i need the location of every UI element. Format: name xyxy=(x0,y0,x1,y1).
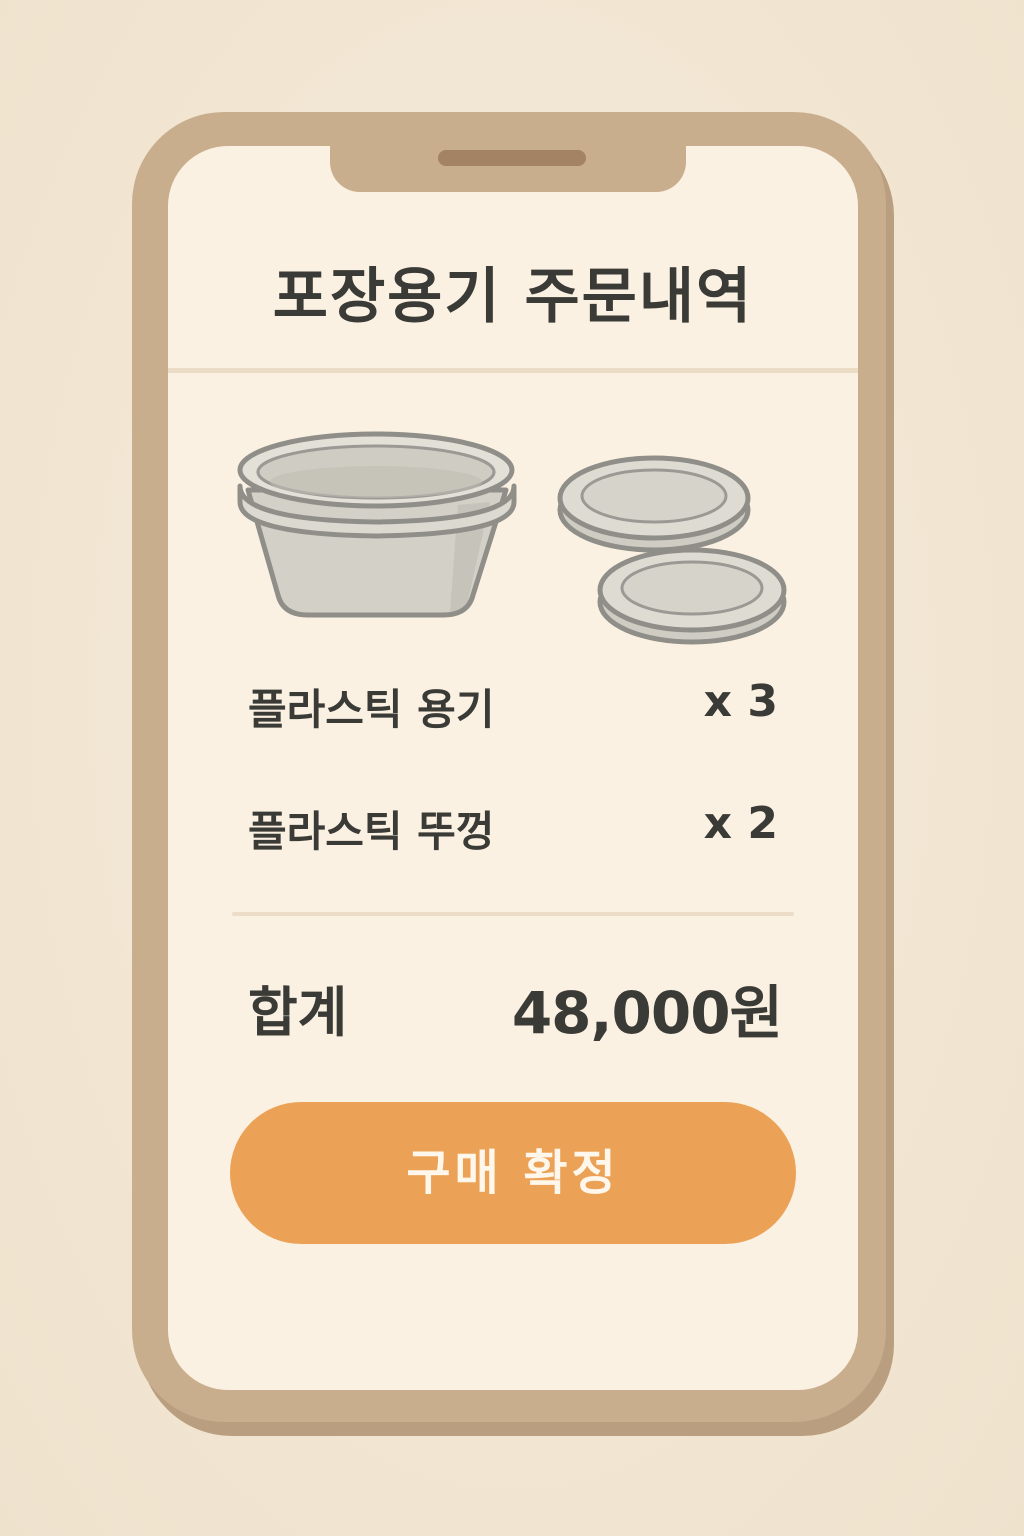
speaker-grille xyxy=(438,150,586,166)
total-label: 합계 xyxy=(248,981,348,1044)
confirm-purchase-button[interactable]: 구매 확정 xyxy=(230,1102,796,1244)
order-item-name: 플라스틱 용기 xyxy=(248,685,495,734)
header-divider xyxy=(168,368,858,373)
product-illustration xyxy=(237,431,787,645)
order-item-name: 플라스틱 뚜껑 xyxy=(248,807,495,856)
plastic-container-icon xyxy=(237,431,517,618)
order-item-row-container: 플라스틱 용기 x 3 xyxy=(248,676,778,736)
phone-notch xyxy=(330,140,686,192)
plastic-lid-icon xyxy=(557,455,787,645)
order-item-row-lid: 플라스틱 뚜껑 x 2 xyxy=(248,798,778,858)
page-title: 포장용기 주문내역 xyxy=(272,262,754,332)
total-divider xyxy=(232,912,794,916)
total-amount: 48,000원 xyxy=(511,979,783,1047)
order-item-quantity: x 2 xyxy=(703,798,778,849)
order-item-quantity: x 3 xyxy=(703,676,778,727)
